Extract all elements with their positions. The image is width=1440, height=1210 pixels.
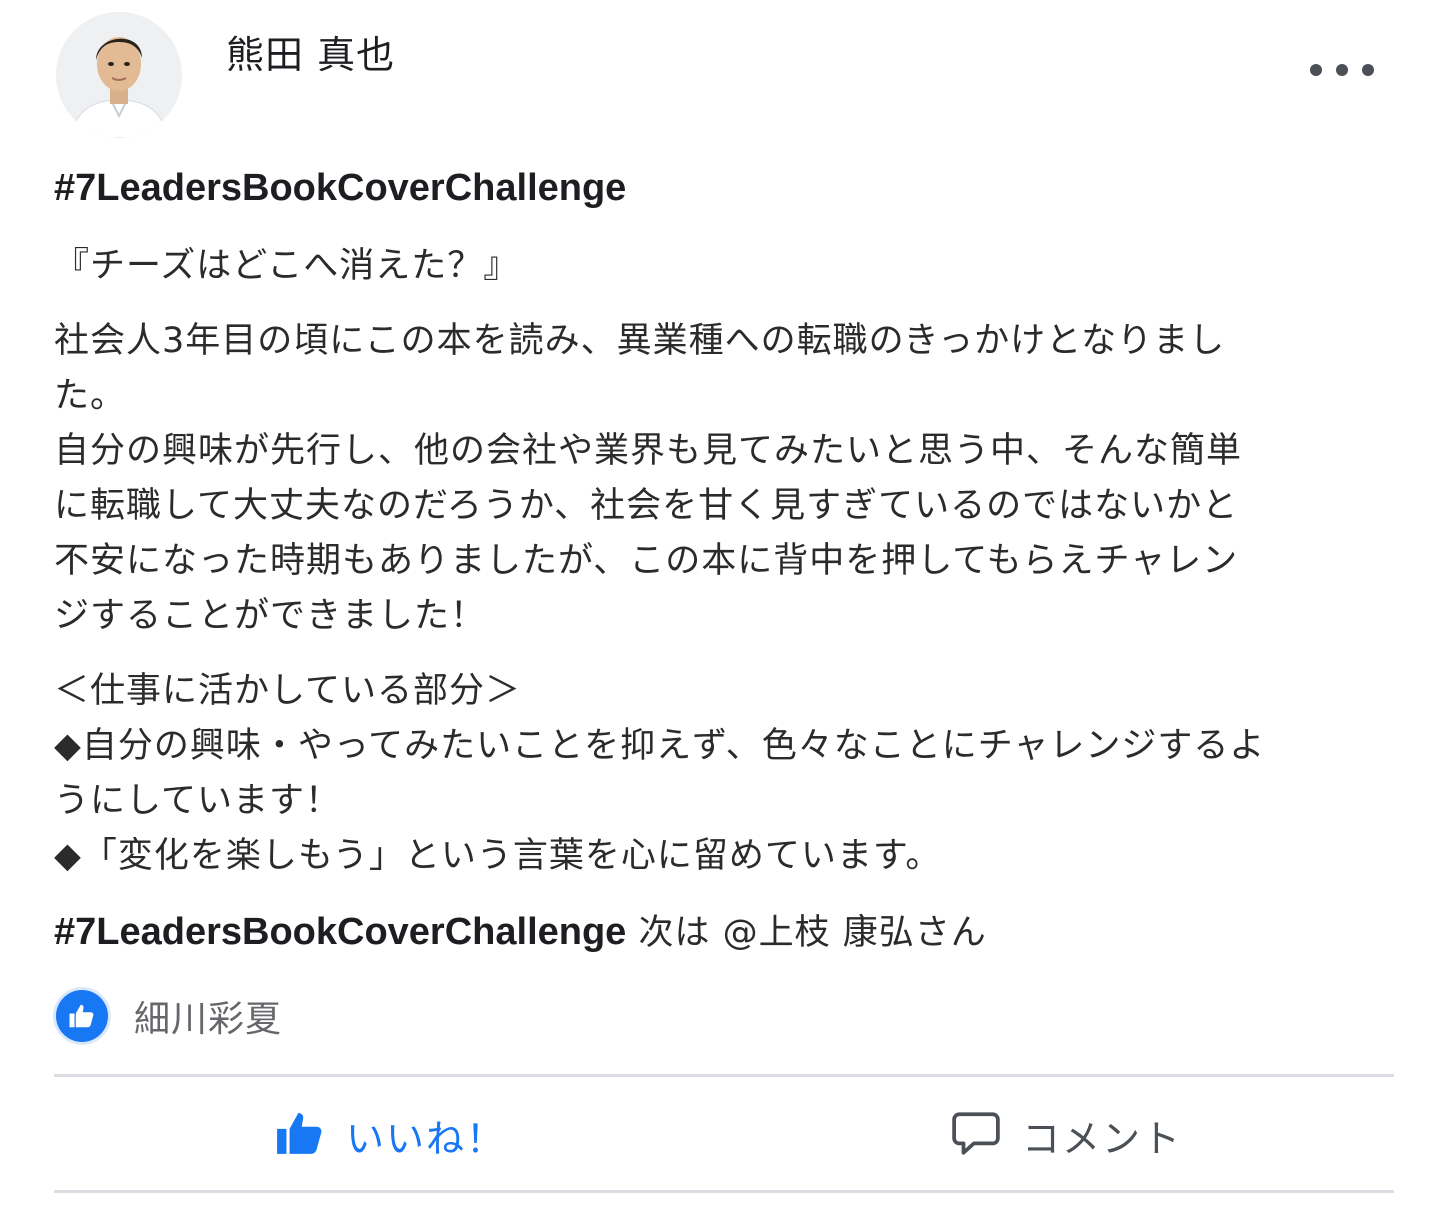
paragraph-line: ジすることができました！ <box>54 596 487 636</box>
avatar-image <box>56 12 182 138</box>
post-body: #7LeadersBookCoverChallenge 『チーズはどこへ消えた？… <box>54 160 1394 961</box>
hashtag-link[interactable]: #7LeadersBookCoverChallenge <box>54 911 626 953</box>
speech-bubble-icon <box>950 1108 1002 1162</box>
divider <box>54 1074 1394 1077</box>
mention-text[interactable]: 次は @上枝 康弘さん <box>626 913 986 953</box>
reaction-summary[interactable]: 細川彩夏 <box>56 988 282 1044</box>
paragraph-line: に転職して大丈夫なのだろうか、社会を甘く見すぎているのではないかと <box>54 486 1239 526</box>
book-title: 『チーズはどこへ消えた？』 <box>54 246 520 286</box>
bullet-line: ◆自分の興味・やってみたいことを抑えず、色々なことにチャレンジするよ <box>54 726 1266 766</box>
paragraph-line: 社会人3年目の頃にこの本を読み、異業種への転職のきっかけとなりまし <box>54 321 1226 361</box>
divider <box>54 1190 1394 1193</box>
bullet-line: ◆「変化を楽しもう」という言葉を心に留めています。 <box>54 836 942 876</box>
comment-button[interactable]: コメント <box>950 1100 1182 1170</box>
thumbs-up-icon <box>56 990 108 1042</box>
author-name[interactable]: 熊田 真也 <box>226 30 395 80</box>
reactor-name[interactable]: 細川彩夏 <box>134 990 282 1042</box>
more-options-button[interactable] <box>1310 54 1374 86</box>
thumbs-up-icon <box>274 1108 326 1162</box>
comment-label: コメント <box>1022 1116 1183 1161</box>
paragraph-line: 自分の興味が先行し、他の会社や業界も見てみたいと思う中、そんな簡単 <box>54 431 1243 471</box>
more-dots-icon <box>1310 64 1322 76</box>
more-dots-icon <box>1336 64 1348 76</box>
hashtag-link[interactable]: #7LeadersBookCoverChallenge <box>54 167 626 209</box>
paragraph-line: 不安になった時期もありましたが、この本に背中を押してもらえチャレン <box>54 541 1239 581</box>
section-heading: ＜仕事に活かしている部分＞ <box>54 671 521 711</box>
post-card: 熊田 真也 #7LeadersBookCoverChallenge 『チーズはど… <box>0 0 1440 1210</box>
avatar[interactable] <box>56 12 182 138</box>
like-button[interactable]: いいね！ <box>274 1100 506 1170</box>
closing-line: #7LeadersBookCoverChallenge 次は @上枝 康弘さん <box>54 904 1394 961</box>
like-label: いいね！ <box>346 1116 507 1161</box>
more-dots-icon <box>1362 64 1374 76</box>
bullet-line: うにしています！ <box>54 781 341 821</box>
paragraph-line: た。 <box>54 376 127 416</box>
